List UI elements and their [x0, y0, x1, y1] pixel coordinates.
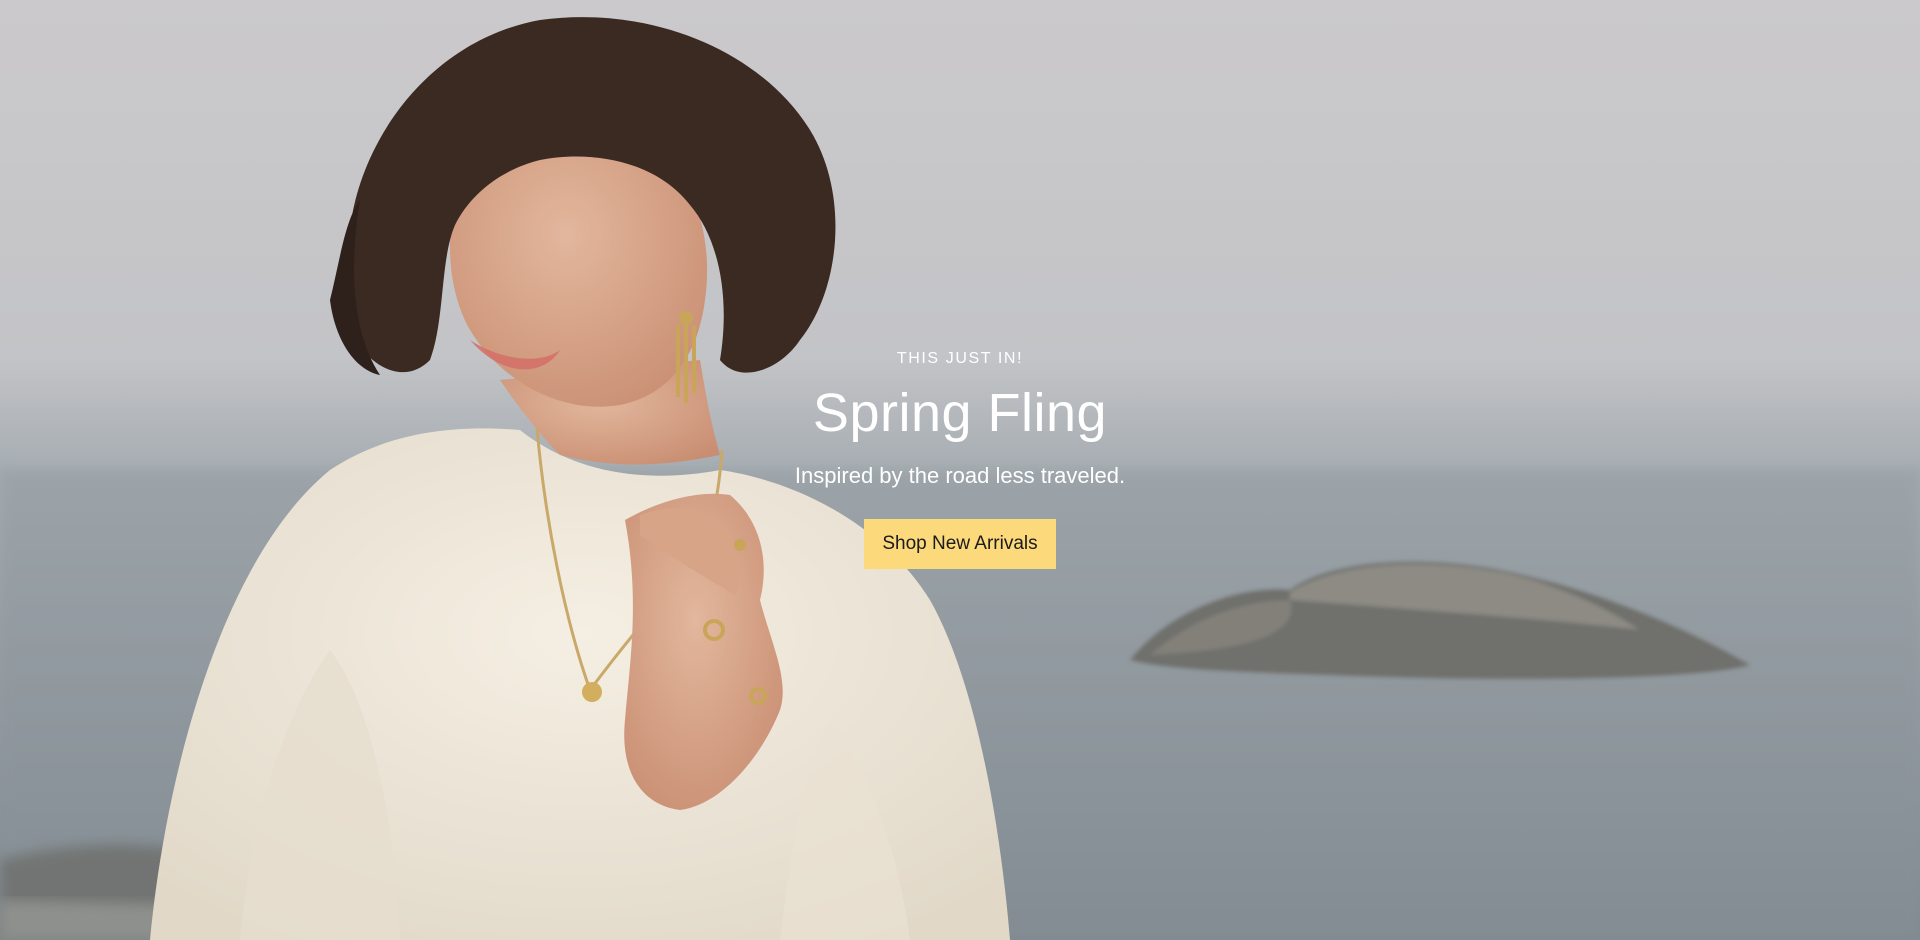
shop-new-arrivals-button[interactable]: Shop New Arrivals [864, 519, 1056, 570]
hero-eyebrow: THIS JUST IN! [896, 350, 1024, 367]
hero-subtitle: Inspired by the road less traveled. [794, 463, 1126, 489]
hero-banner: THIS JUST IN! Spring Fling Inspired by t… [0, 0, 1920, 940]
hero-title: Spring Fling [812, 383, 1108, 443]
hero-content: THIS JUST IN! Spring Fling Inspired by t… [660, 350, 1260, 570]
